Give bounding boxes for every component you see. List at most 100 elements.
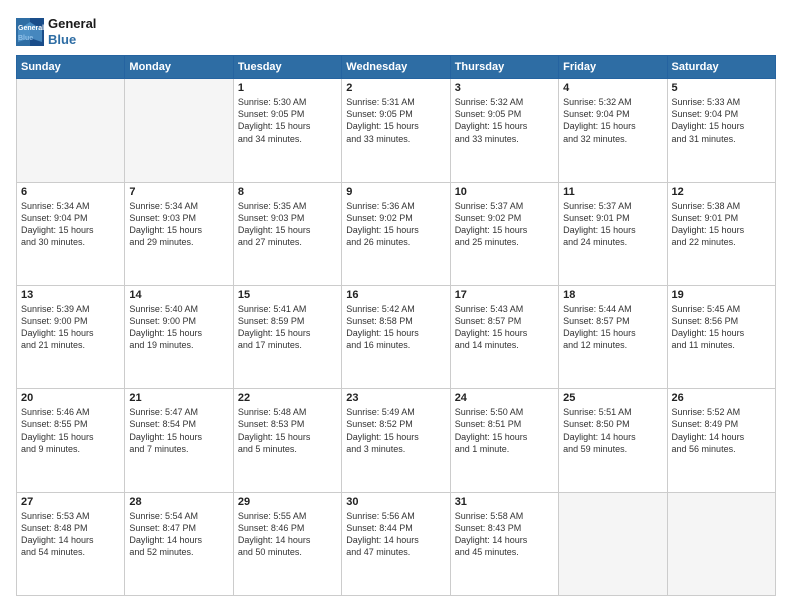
day-number: 1 xyxy=(238,82,337,94)
day-number: 3 xyxy=(455,82,554,94)
day-number: 17 xyxy=(455,289,554,301)
day-content: Sunrise: 5:42 AM Sunset: 8:58 PM Dayligh… xyxy=(346,303,445,352)
calendar-cell: 31 Sunrise: 5:58 AM Sunset: 8:43 PM Dayli… xyxy=(450,492,558,595)
calendar-cell: 20 Sunrise: 5:46 AM Sunset: 8:55 PM Dayli… xyxy=(17,389,125,492)
day-number: 28 xyxy=(129,496,228,508)
logo: General Blue General Blue xyxy=(16,16,96,47)
day-number: 31 xyxy=(455,496,554,508)
calendar-header-friday: Friday xyxy=(559,56,667,79)
day-number: 16 xyxy=(346,289,445,301)
calendar-cell: 9Sunrise: 5:36 AM Sunset: 9:02 PM Daylig… xyxy=(342,182,450,285)
calendar-cell xyxy=(125,79,233,182)
calendar-cell: 2Sunrise: 5:31 AM Sunset: 9:05 PM Daylig… xyxy=(342,79,450,182)
calendar-cell: 11 Sunrise: 5:37 AM Sunset: 9:01 PM Dayli… xyxy=(559,182,667,285)
day-content: Sunrise: 5:45 AM Sunset: 8:56 PM Dayligh… xyxy=(672,303,771,352)
day-content: Sunrise: 5:40 AM Sunset: 9:00 PM Dayligh… xyxy=(129,303,228,352)
day-content: Sunrise: 5:43 AM Sunset: 8:57 PM Dayligh… xyxy=(455,303,554,352)
calendar-cell: 18 Sunrise: 5:44 AM Sunset: 8:57 PM Dayli… xyxy=(559,285,667,388)
day-content: Sunrise: 5:33 AM Sunset: 9:04 PM Dayligh… xyxy=(672,96,771,145)
day-content: Sunrise: 5:47 AM Sunset: 8:54 PM Dayligh… xyxy=(129,406,228,455)
day-content: Sunrise: 5:49 AM Sunset: 8:52 PM Dayligh… xyxy=(346,406,445,455)
calendar-table: SundayMondayTuesdayWednesdayThursdayFrid… xyxy=(16,55,776,596)
page: General Blue General Blue SundayMondayTu… xyxy=(0,0,792,612)
day-number: 5 xyxy=(672,82,771,94)
day-content: Sunrise: 5:46 AM Sunset: 8:55 PM Dayligh… xyxy=(21,406,120,455)
day-content: Sunrise: 5:37 AM Sunset: 9:01 PM Dayligh… xyxy=(563,200,662,249)
calendar-header-thursday: Thursday xyxy=(450,56,558,79)
calendar-cell: 14Sunrise: 5:40 AM Sunset: 9:00 PM Dayli… xyxy=(125,285,233,388)
calendar-cell: 26 Sunrise: 5:52 AM Sunset: 8:49 PM Dayli… xyxy=(667,389,775,492)
day-number: 11 xyxy=(563,186,662,198)
calendar-cell: 12Sunrise: 5:38 AM Sunset: 9:01 PM Dayli… xyxy=(667,182,775,285)
calendar-cell: 25 Sunrise: 5:51 AM Sunset: 8:50 PM Dayli… xyxy=(559,389,667,492)
day-content: Sunrise: 5:55 AM Sunset: 8:46 PM Dayligh… xyxy=(238,510,337,559)
calendar-cell: 29Sunrise: 5:55 AM Sunset: 8:46 PM Dayli… xyxy=(233,492,341,595)
day-content: Sunrise: 5:32 AM Sunset: 9:04 PM Dayligh… xyxy=(563,96,662,145)
day-number: 8 xyxy=(238,186,337,198)
day-content: Sunrise: 5:52 AM Sunset: 8:49 PM Dayligh… xyxy=(672,406,771,455)
day-number: 12 xyxy=(672,186,771,198)
calendar-week-row: 27 Sunrise: 5:53 AM Sunset: 8:48 PM Dayli… xyxy=(17,492,776,595)
calendar-week-row: 20 Sunrise: 5:46 AM Sunset: 8:55 PM Dayli… xyxy=(17,389,776,492)
svg-text:Blue: Blue xyxy=(18,35,33,42)
day-number: 13 xyxy=(21,289,120,301)
calendar-header-sunday: Sunday xyxy=(17,56,125,79)
header: General Blue General Blue xyxy=(16,16,776,47)
calendar-week-row: 13 Sunrise: 5:39 AM Sunset: 9:00 PM Dayli… xyxy=(17,285,776,388)
calendar-week-row: 1Sunrise: 5:30 AM Sunset: 9:05 PM Daylig… xyxy=(17,79,776,182)
day-content: Sunrise: 5:53 AM Sunset: 8:48 PM Dayligh… xyxy=(21,510,120,559)
calendar-cell xyxy=(17,79,125,182)
day-content: Sunrise: 5:35 AM Sunset: 9:03 PM Dayligh… xyxy=(238,200,337,249)
calendar-header-wednesday: Wednesday xyxy=(342,56,450,79)
day-number: 30 xyxy=(346,496,445,508)
day-number: 24 xyxy=(455,392,554,404)
calendar-cell: 5 Sunrise: 5:33 AM Sunset: 9:04 PM Daylig… xyxy=(667,79,775,182)
calendar-cell: 10Sunrise: 5:37 AM Sunset: 9:02 PM Dayli… xyxy=(450,182,558,285)
day-number: 9 xyxy=(346,186,445,198)
calendar-cell: 8 Sunrise: 5:35 AM Sunset: 9:03 PM Daylig… xyxy=(233,182,341,285)
day-content: Sunrise: 5:50 AM Sunset: 8:51 PM Dayligh… xyxy=(455,406,554,455)
calendar-cell: 1Sunrise: 5:30 AM Sunset: 9:05 PM Daylig… xyxy=(233,79,341,182)
day-number: 19 xyxy=(672,289,771,301)
day-content: Sunrise: 5:34 AM Sunset: 9:03 PM Dayligh… xyxy=(129,200,228,249)
day-number: 18 xyxy=(563,289,662,301)
day-number: 26 xyxy=(672,392,771,404)
day-content: Sunrise: 5:31 AM Sunset: 9:05 PM Dayligh… xyxy=(346,96,445,145)
day-number: 4 xyxy=(563,82,662,94)
day-content: Sunrise: 5:39 AM Sunset: 9:00 PM Dayligh… xyxy=(21,303,120,352)
logo-icon: General Blue xyxy=(16,18,44,46)
calendar-cell: 13 Sunrise: 5:39 AM Sunset: 9:00 PM Dayli… xyxy=(17,285,125,388)
day-number: 15 xyxy=(238,289,337,301)
calendar-cell: 23 Sunrise: 5:49 AM Sunset: 8:52 PM Dayli… xyxy=(342,389,450,492)
day-content: Sunrise: 5:51 AM Sunset: 8:50 PM Dayligh… xyxy=(563,406,662,455)
day-content: Sunrise: 5:37 AM Sunset: 9:02 PM Dayligh… xyxy=(455,200,554,249)
calendar-cell xyxy=(667,492,775,595)
logo-text: General Blue xyxy=(48,16,96,47)
calendar-header-row: SundayMondayTuesdayWednesdayThursdayFrid… xyxy=(17,56,776,79)
day-content: Sunrise: 5:48 AM Sunset: 8:53 PM Dayligh… xyxy=(238,406,337,455)
calendar-header-saturday: Saturday xyxy=(667,56,775,79)
day-content: Sunrise: 5:54 AM Sunset: 8:47 PM Dayligh… xyxy=(129,510,228,559)
calendar-cell: 28 Sunrise: 5:54 AM Sunset: 8:47 PM Dayli… xyxy=(125,492,233,595)
day-number: 20 xyxy=(21,392,120,404)
day-content: Sunrise: 5:32 AM Sunset: 9:05 PM Dayligh… xyxy=(455,96,554,145)
day-number: 27 xyxy=(21,496,120,508)
svg-text:General: General xyxy=(18,25,44,32)
calendar-header-monday: Monday xyxy=(125,56,233,79)
day-number: 25 xyxy=(563,392,662,404)
day-content: Sunrise: 5:56 AM Sunset: 8:44 PM Dayligh… xyxy=(346,510,445,559)
calendar-cell xyxy=(559,492,667,595)
day-content: Sunrise: 5:58 AM Sunset: 8:43 PM Dayligh… xyxy=(455,510,554,559)
day-number: 21 xyxy=(129,392,228,404)
day-number: 7 xyxy=(129,186,228,198)
calendar-cell: 6Sunrise: 5:34 AM Sunset: 9:04 PM Daylig… xyxy=(17,182,125,285)
calendar-week-row: 6Sunrise: 5:34 AM Sunset: 9:04 PM Daylig… xyxy=(17,182,776,285)
calendar-header-tuesday: Tuesday xyxy=(233,56,341,79)
day-content: Sunrise: 5:41 AM Sunset: 8:59 PM Dayligh… xyxy=(238,303,337,352)
calendar-cell: 17 Sunrise: 5:43 AM Sunset: 8:57 PM Dayli… xyxy=(450,285,558,388)
calendar-cell: 15 Sunrise: 5:41 AM Sunset: 8:59 PM Dayli… xyxy=(233,285,341,388)
day-content: Sunrise: 5:44 AM Sunset: 8:57 PM Dayligh… xyxy=(563,303,662,352)
calendar-cell: 7 Sunrise: 5:34 AM Sunset: 9:03 PM Daylig… xyxy=(125,182,233,285)
calendar-cell: 24 Sunrise: 5:50 AM Sunset: 8:51 PM Dayli… xyxy=(450,389,558,492)
day-number: 23 xyxy=(346,392,445,404)
